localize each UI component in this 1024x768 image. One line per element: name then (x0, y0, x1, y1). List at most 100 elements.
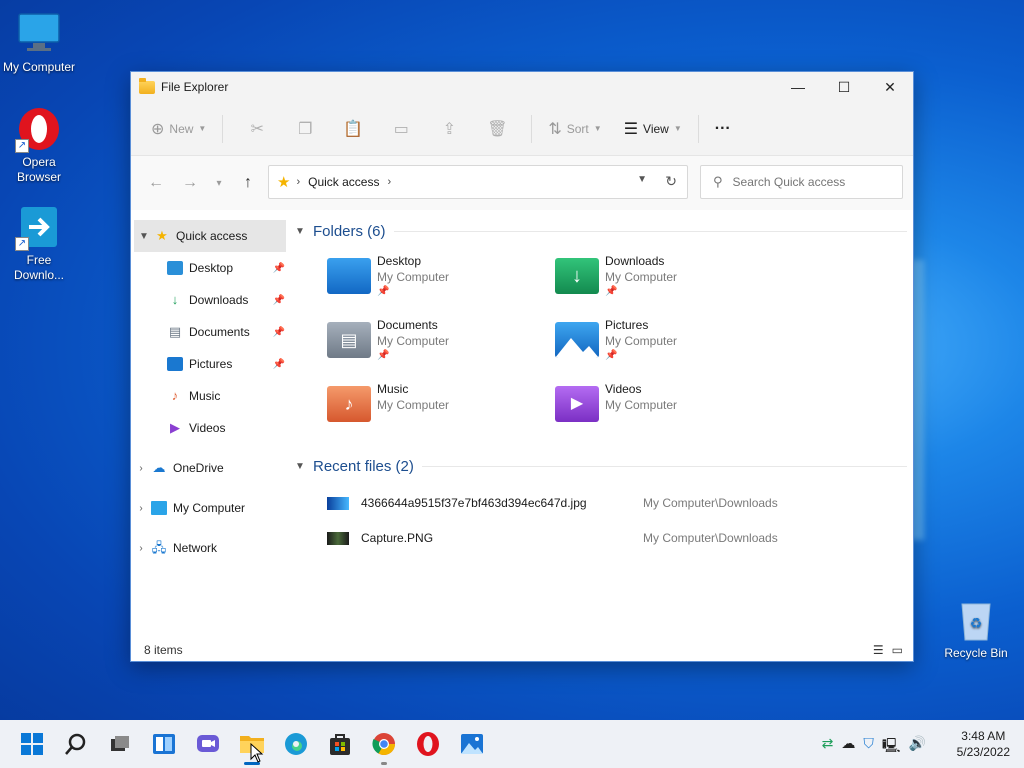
chevron-right-icon[interactable]: › (131, 503, 151, 514)
security-shield-icon[interactable]: ⛉ (863, 735, 874, 759)
search-box[interactable]: ⚲ (700, 165, 903, 199)
breadcrumb-quick-access[interactable]: Quick access (308, 175, 379, 189)
recent-file-row[interactable]: 4366644a9515f37e7bf463d394ec647d.jpg My … (327, 492, 907, 514)
pin-icon[interactable]: 📌 (273, 295, 285, 306)
sidebar-item-quick-access[interactable]: ▼ ★ Quick access (134, 220, 286, 252)
desktop-icon-recycle-bin[interactable]: ♻ Recycle Bin (942, 598, 1010, 660)
store-taskbar-button[interactable] (324, 728, 356, 760)
sidebar-item-my-computer[interactable]: › My Computer (131, 492, 289, 524)
folder-icon (139, 77, 155, 94)
details-view-icon[interactable]: ☰ (873, 643, 884, 657)
recent-section-header[interactable]: ▼ Recent files (2) (295, 455, 907, 477)
minimize-button[interactable]: — (775, 72, 821, 102)
sidebar-item-desktop[interactable]: Desktop 📌 (131, 252, 289, 284)
folder-tile-videos[interactable]: ▶ Videos My Computer (555, 382, 775, 442)
rename-icon[interactable]: ▭ (377, 119, 425, 139)
downloads-folder-icon: ↓ (555, 258, 599, 294)
photos-taskbar-button[interactable] (456, 728, 488, 760)
desktop-icon-opera[interactable]: ↗ Opera Browser (0, 105, 78, 185)
title-bar[interactable]: File Explorer — ☐ ✕ (131, 72, 913, 102)
download-arrow-icon: ↓ (171, 292, 179, 307)
view-label: View (643, 121, 669, 136)
video-icon: ▶ (170, 420, 180, 435)
recent-file-location: My Computer\Downloads (643, 531, 778, 545)
section-divider (393, 230, 907, 232)
widgets-button[interactable] (148, 728, 180, 760)
close-button[interactable]: ✕ (867, 72, 913, 102)
network-icon[interactable]: 🖳 (882, 735, 901, 759)
navigation-pane: ▼ ★ Quick access Desktop 📌 ↓ Downloads 📌… (131, 220, 289, 640)
paste-icon[interactable]: 📋 (329, 119, 377, 139)
sidebar-item-videos[interactable]: ▶ Videos (131, 412, 289, 444)
folder-name: Documents (377, 318, 438, 332)
volume-icon[interactable]: 🔊 (909, 735, 926, 759)
sidebar-item-music[interactable]: ♪ Music (131, 380, 289, 412)
pin-icon: 📌 (377, 286, 390, 297)
chevron-down-icon: ▼ (593, 124, 602, 133)
sync-icon[interactable]: ⇄ (822, 735, 834, 759)
start-button[interactable] (16, 728, 48, 760)
up-arrow-icon[interactable]: ↑ (231, 174, 265, 192)
recent-locations-chevron-icon[interactable]: ▾ (207, 178, 231, 189)
search-input[interactable] (732, 175, 883, 189)
sidebar-item-downloads[interactable]: ↓ Downloads 📌 (131, 284, 289, 316)
chevron-right-icon[interactable]: › (387, 176, 391, 188)
sidebar-item-network[interactable]: › 🖧 Network (131, 532, 289, 564)
maximize-button[interactable]: ☐ (821, 72, 867, 102)
photos-icon (461, 734, 483, 754)
copy-icon[interactable]: ❐ (281, 119, 329, 139)
forward-arrow-icon[interactable]: → (173, 174, 207, 192)
view-button[interactable]: ☰ View ▼ (618, 113, 688, 145)
folder-tile-downloads[interactable]: ↓ Downloads My Computer 📌 (555, 254, 775, 314)
opera-icon (417, 732, 439, 756)
refresh-icon[interactable]: ↻ (665, 173, 677, 190)
large-icons-view-icon[interactable]: ▭ (892, 643, 903, 657)
folder-tile-music[interactable]: ♪ Music My Computer (327, 382, 547, 442)
desktop-icon-my-computer[interactable]: My Computer (0, 10, 78, 75)
task-view-button[interactable] (104, 728, 136, 760)
folders-section-header[interactable]: ▼ Folders (6) (295, 220, 907, 242)
folder-tile-desktop[interactable]: Desktop My Computer 📌 (327, 254, 547, 314)
chevron-down-icon[interactable]: ▼ (295, 461, 307, 472)
network-icon: 🖧 (151, 540, 167, 555)
pin-icon[interactable]: 📌 (273, 263, 285, 274)
sidebar-item-label: Network (173, 541, 218, 555)
chrome-taskbar-button[interactable] (368, 728, 400, 765)
chevron-right-icon[interactable]: › (131, 463, 151, 474)
clock[interactable]: 3:48 AM 5/23/2022 (957, 728, 1010, 760)
recent-file-row[interactable]: Capture.PNG My Computer\Downloads (327, 527, 907, 549)
pin-icon: 📌 (605, 350, 618, 361)
new-button[interactable]: ⊕ New ▼ (145, 113, 212, 145)
opera-taskbar-button[interactable] (412, 728, 444, 760)
pin-icon[interactable]: 📌 (273, 327, 285, 338)
new-label: New (169, 121, 194, 136)
sidebar-item-documents[interactable]: ▤ Documents 📌 (131, 316, 289, 348)
sidebar-item-onedrive[interactable]: › ☁ OneDrive (131, 452, 289, 484)
folder-tile-pictures[interactable]: Pictures My Computer 📌 (555, 318, 775, 378)
clock-time: 3:48 AM (961, 729, 1006, 743)
folder-name: Downloads (605, 254, 665, 268)
monitor-icon (151, 501, 167, 515)
delete-icon[interactable]: 🗑 (473, 119, 521, 139)
address-bar[interactable]: ★ › Quick access › ▼ ↻ (268, 165, 688, 199)
edge-taskbar-button[interactable] (280, 728, 312, 760)
recent-file-location: My Computer\Downloads (643, 496, 778, 510)
chevron-down-icon[interactable]: ▼ (295, 226, 307, 237)
desktop-icon-free-download[interactable]: ↗ Free Downlo... (0, 203, 78, 283)
more-options-button[interactable]: ··· (709, 113, 737, 145)
cloud-off-icon[interactable]: ☁ (841, 735, 855, 759)
pin-icon[interactable]: 📌 (273, 359, 285, 370)
folder-tile-documents[interactable]: ▤ Documents My Computer 📌 (327, 318, 547, 378)
window-title: File Explorer (161, 80, 229, 94)
sort-button[interactable]: ⇅ Sort ▼ (542, 113, 607, 145)
back-arrow-icon[interactable]: ← (139, 174, 173, 192)
search-taskbar-button[interactable] (60, 728, 92, 760)
chevron-down-icon[interactable]: ▼ (134, 231, 154, 242)
address-dropdown-icon[interactable]: ▼ (637, 174, 647, 185)
sidebar-item-label: Pictures (189, 357, 233, 371)
sidebar-item-pictures[interactable]: Pictures 📌 (131, 348, 289, 380)
chevron-right-icon[interactable]: › (131, 543, 151, 554)
share-icon[interactable]: ⇪ (425, 119, 473, 139)
chat-button[interactable] (192, 728, 224, 760)
cut-icon[interactable]: ✂ (233, 119, 281, 139)
